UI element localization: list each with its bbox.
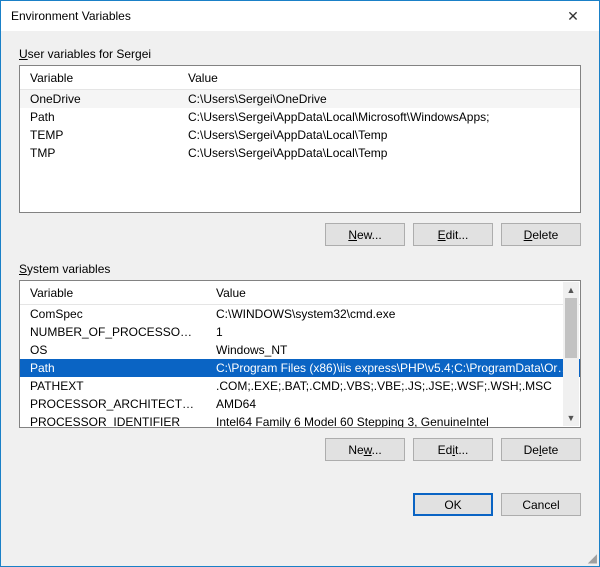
table-row[interactable]: OneDriveC:\Users\Sergei\OneDrive [20,90,580,108]
close-icon: ✕ [567,8,579,25]
user-delete-button[interactable]: Delete [501,223,581,246]
user-edit-button[interactable]: Edit... [413,223,493,246]
cell-variable: OS [20,343,206,357]
col-variable[interactable]: Variable [20,71,178,85]
user-variables-label: User variables for Sergei [19,47,581,61]
list-header: Variable Value [20,281,580,305]
cell-value: Windows_NT [206,343,580,357]
table-row[interactable]: ComSpecC:\WINDOWS\system32\cmd.exe [20,305,580,323]
cancel-button[interactable]: Cancel [501,493,581,516]
cell-value: .COM;.EXE;.BAT;.CMD;.VBS;.VBE;.JS;.JSE;.… [206,379,580,393]
table-row[interactable]: TMPC:\Users\Sergei\AppData\Local\Temp [20,144,580,162]
user-new-button[interactable]: New... [325,223,405,246]
resize-grip-icon[interactable]: ◢ [585,552,597,564]
scroll-up-icon[interactable]: ▲ [563,282,579,298]
window-title: Environment Variables [11,9,553,23]
environment-variables-dialog: Environment Variables ✕ User variables f… [0,0,600,567]
scroll-track[interactable] [563,298,579,410]
client-area: User variables for Sergei Variable Value… [1,31,599,566]
col-variable[interactable]: Variable [20,286,206,300]
ok-button[interactable]: OK [413,493,493,516]
table-row[interactable]: PathC:\Program Files (x86)\iis express\P… [20,359,580,377]
cell-variable: PROCESSOR_ARCHITECTURE [20,397,206,411]
table-row[interactable]: TEMPC:\Users\Sergei\AppData\Local\Temp [20,126,580,144]
table-row[interactable]: PROCESSOR_ARCHITECTUREAMD64 [20,395,580,413]
cell-value: C:\Users\Sergei\AppData\Local\Microsoft\… [178,110,580,124]
cell-variable: PROCESSOR_IDENTIFIER [20,415,206,427]
cell-value: C:\WINDOWS\system32\cmd.exe [206,307,580,321]
list-header: Variable Value [20,66,580,90]
col-value[interactable]: Value [178,71,580,85]
cell-variable: TEMP [20,128,178,142]
cell-value: Intel64 Family 6 Model 60 Stepping 3, Ge… [206,415,580,427]
cell-variable: TMP [20,146,178,160]
cell-value: C:\Users\Sergei\AppData\Local\Temp [178,128,580,142]
system-buttons-row: New... Edit... Delete [19,438,581,461]
cell-variable: Path [20,361,206,375]
table-row[interactable]: OSWindows_NT [20,341,580,359]
cell-value: C:\Users\Sergei\OneDrive [178,92,580,106]
table-row[interactable]: PATHEXT.COM;.EXE;.BAT;.CMD;.VBS;.VBE;.JS… [20,377,580,395]
scrollbar[interactable]: ▲ ▼ [563,282,579,426]
list-rows: OneDriveC:\Users\Sergei\OneDrivePathC:\U… [20,90,580,212]
cell-value: C:\Users\Sergei\AppData\Local\Temp [178,146,580,160]
close-button[interactable]: ✕ [553,2,593,30]
titlebar: Environment Variables ✕ [1,1,599,31]
col-value[interactable]: Value [206,286,580,300]
scroll-thumb[interactable] [565,298,577,358]
system-edit-button[interactable]: Edit... [413,438,493,461]
table-row[interactable]: PathC:\Users\Sergei\AppData\Local\Micros… [20,108,580,126]
table-row[interactable]: PROCESSOR_IDENTIFIERIntel64 Family 6 Mod… [20,413,580,427]
dialog-buttons-row: OK Cancel [19,493,581,516]
cell-variable: PATHEXT [20,379,206,393]
system-new-button[interactable]: New... [325,438,405,461]
cell-variable: OneDrive [20,92,178,106]
system-delete-button[interactable]: Delete [501,438,581,461]
cell-value: AMD64 [206,397,580,411]
cell-value: C:\Program Files (x86)\iis express\PHP\v… [206,361,580,375]
scroll-down-icon[interactable]: ▼ [563,410,579,426]
list-rows: ComSpecC:\WINDOWS\system32\cmd.exeNUMBER… [20,305,580,427]
system-variables-list[interactable]: Variable Value ComSpecC:\WINDOWS\system3… [19,280,581,428]
cell-variable: Path [20,110,178,124]
cell-variable: ComSpec [20,307,206,321]
cell-variable: NUMBER_OF_PROCESSORS [20,325,206,339]
user-variables-list[interactable]: Variable Value OneDriveC:\Users\Sergei\O… [19,65,581,213]
user-buttons-row: New... Edit... Delete [19,223,581,246]
system-variables-label: System variables [19,262,581,276]
cell-value: 1 [206,325,580,339]
table-row[interactable]: NUMBER_OF_PROCESSORS1 [20,323,580,341]
